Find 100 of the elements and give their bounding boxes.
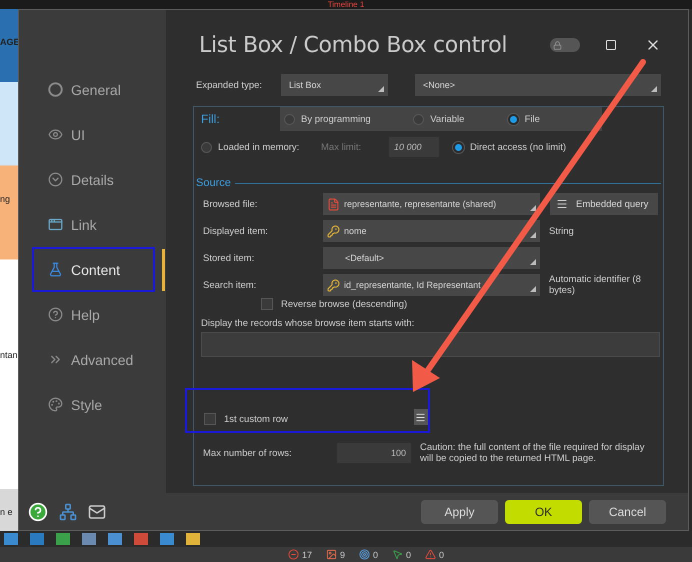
list-icon: [556, 198, 568, 210]
toolbar-icon[interactable]: [82, 533, 96, 545]
lock-toggle[interactable]: [550, 38, 580, 52]
background-text: ntan: [0, 350, 18, 360]
radio-option[interactable]: File: [508, 114, 602, 124]
envelope-icon[interactable]: [88, 502, 106, 520]
section-title: Fill:: [201, 112, 221, 126]
dropdown-corner-icon: [378, 86, 384, 92]
status-count: 0: [439, 550, 444, 560]
item-dropdown[interactable]: nome: [323, 220, 540, 242]
radio-option[interactable]: By programming: [284, 114, 414, 124]
maximize-icon: [605, 39, 617, 51]
sidebar-label: Content: [71, 262, 120, 278]
toolbar-icon[interactable]: [56, 533, 70, 545]
help-icon: [48, 307, 63, 322]
sidebar-item[interactable]: Advanced: [32, 337, 155, 382]
toolbar-icon[interactable]: [108, 533, 122, 545]
hierarchy-icon[interactable]: [59, 502, 77, 520]
sidebar-label: Style: [71, 396, 102, 412]
dropdown-corner-icon: [530, 286, 536, 292]
sidebar-item[interactable]: UI: [32, 112, 155, 157]
radio-option[interactable]: Loaded in memory:: [201, 142, 321, 152]
sidebar-item[interactable]: General: [32, 67, 155, 112]
type-dropdown[interactable]: List Box: [281, 74, 388, 96]
dialog-button[interactable]: Cancel: [589, 500, 666, 524]
radio-option[interactable]: Direct access (no limit): [453, 142, 593, 152]
dropdown-corner-icon: [530, 259, 536, 265]
field-label: Search item:: [202, 280, 258, 290]
item-type-text: String: [549, 226, 575, 236]
item-dropdown[interactable]: representante, representante (shared): [323, 193, 540, 215]
sidebar-label: Link: [71, 216, 97, 232]
cursor-icon: [392, 549, 403, 560]
field-label: Browsed file:: [202, 198, 258, 210]
status-count: 9: [340, 550, 345, 560]
status-count: 17: [302, 550, 312, 560]
dropdown-corner-icon: [651, 86, 657, 92]
background-text: ng: [0, 194, 12, 204]
dialog-button[interactable]: Apply: [421, 500, 498, 524]
toolbar-icon[interactable]: [160, 533, 174, 545]
sidebar-item[interactable]: Details: [32, 157, 155, 202]
query-button[interactable]: Embedded query: [550, 193, 658, 215]
sidebar-label: Details: [71, 172, 114, 188]
sidebar-item[interactable]: Content: [32, 247, 155, 292]
app-title: Timeline 1: [328, 0, 364, 9]
sidebar-item[interactable]: Style: [32, 382, 155, 427]
list-button[interactable]: [414, 409, 428, 425]
limit-input[interactable]: 10 000: [389, 137, 439, 157]
toolbar-icon[interactable]: [30, 533, 44, 545]
checkbox[interactable]: [204, 413, 216, 425]
toolbar-icon[interactable]: [134, 533, 148, 545]
toolbar-icon[interactable]: [186, 533, 200, 545]
field-label: Expanded type:: [196, 80, 264, 90]
section-title: Source: [196, 177, 231, 189]
list-icon: [415, 412, 426, 422]
checkbox-label: Reverse browse (descending): [281, 298, 408, 310]
sidebar-label: Help: [71, 306, 100, 322]
file-icon: [327, 198, 340, 210]
key-icon: [327, 224, 340, 238]
eye-icon: [48, 127, 63, 142]
checkbox-label: 1st custom row: [224, 414, 288, 425]
key-icon: [327, 278, 340, 292]
flask-icon: [48, 262, 63, 277]
background-text: AGE: [0, 37, 18, 47]
sidebar-item[interactable]: Help: [32, 292, 155, 337]
dropdown-corner-icon: [530, 205, 536, 211]
stop-icon: [288, 549, 299, 560]
field-label: Stored item:: [202, 252, 256, 264]
image-icon: [326, 549, 337, 560]
field-label: Displayed item:: [202, 226, 269, 236]
dialog-button[interactable]: OK: [505, 500, 582, 524]
dropdown-corner-icon: [530, 232, 536, 238]
chevron-circle-icon: [48, 172, 63, 187]
help-icon[interactable]: [28, 502, 48, 522]
radio-option[interactable]: Variable: [413, 114, 508, 124]
field-label: Display the records whose browse item starts with:: [201, 318, 414, 329]
field-label: Max number of rows:: [202, 448, 293, 458]
item-dropdown[interactable]: id_representante, Id Representant: [323, 274, 540, 296]
caution-text: Caution: the full content of the file required for display will be copied to the returned HTML page.: [420, 442, 646, 464]
sidebar-label: Advanced: [71, 352, 134, 368]
window-icon: [48, 217, 63, 232]
target-icon: [358, 549, 370, 560]
item-type-text: Automatic identifier (8 bytes): [549, 274, 642, 296]
status-count: 0: [372, 550, 378, 560]
toolbar-icon[interactable]: [4, 533, 18, 545]
status-count: 0: [406, 550, 412, 560]
circle-icon: [48, 82, 63, 97]
sidebar-label: General: [71, 82, 121, 98]
field-label: Max limit:: [321, 142, 362, 152]
sidebar-item[interactable]: Link: [32, 202, 155, 247]
rows-input[interactable]: 100: [337, 443, 411, 463]
palette-icon: [48, 397, 63, 412]
warning-icon: [425, 549, 436, 560]
sidebar-label: UI: [71, 126, 85, 142]
background-text: n e: [0, 506, 14, 517]
lock-icon: [553, 40, 562, 50]
item-dropdown[interactable]: <Default>: [323, 247, 540, 269]
checkbox[interactable]: [261, 298, 273, 310]
secondary-dropdown[interactable]: <None>: [415, 74, 661, 96]
filter-input[interactable]: [201, 332, 660, 357]
dialog-title: List Box / Combo Box control: [199, 32, 508, 58]
